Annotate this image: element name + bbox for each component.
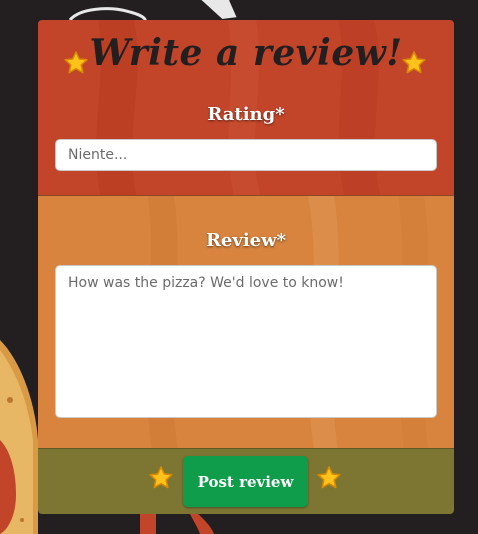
post-review-button[interactable]: Post review: [183, 456, 308, 507]
rating-input[interactable]: Niente...: [55, 139, 437, 171]
review-label: Review*: [205, 230, 287, 251]
review-form-card: Write a review! Rating* Niente... Review…: [38, 20, 454, 514]
star-icon: [64, 51, 88, 74]
rating-label: Rating*: [207, 104, 285, 125]
star-icon: [149, 466, 173, 489]
review-textarea[interactable]: How was the pizza? We'd love to know!: [55, 265, 437, 418]
star-icon: [317, 466, 341, 489]
star-icon: [402, 51, 426, 74]
form-title: Write a review!: [89, 32, 403, 74]
